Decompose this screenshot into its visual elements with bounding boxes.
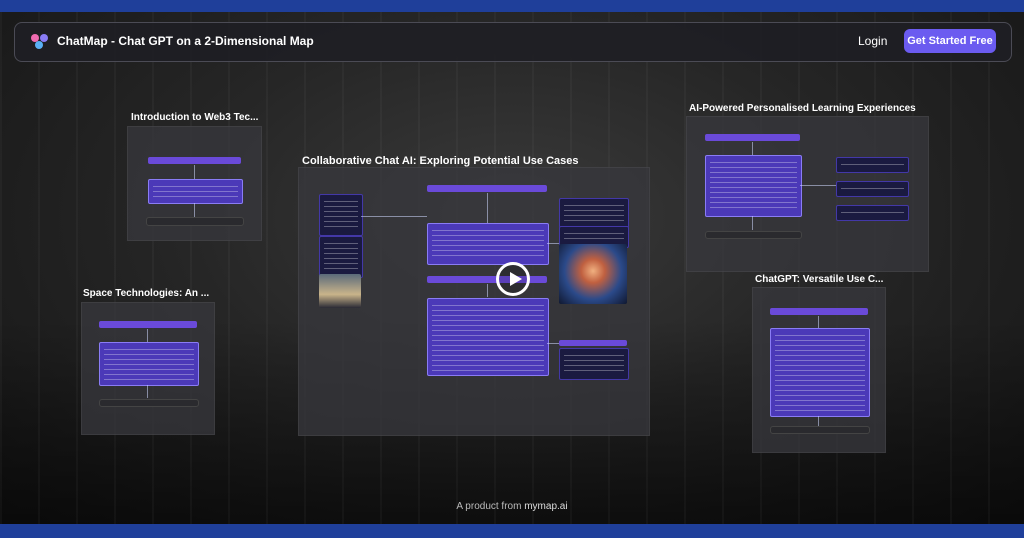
- context-node: [319, 236, 363, 278]
- prompt-node: [427, 185, 547, 192]
- mindmap-card-collab[interactable]: [298, 167, 650, 436]
- ai-portrait-image: [559, 244, 627, 304]
- get-started-button[interactable]: Get Started Free: [904, 29, 996, 53]
- top-navbar: ChatMap - Chat GPT on a 2-Dimensional Ma…: [14, 22, 1012, 62]
- response-node: [148, 179, 243, 204]
- app-title: ChatMap - Chat GPT on a 2-Dimensional Ma…: [57, 34, 314, 48]
- hero-background: ChatMap - Chat GPT on a 2-Dimensional Ma…: [0, 12, 1024, 524]
- response-node: [427, 298, 549, 376]
- footer-brand-link[interactable]: mymap.ai: [524, 501, 567, 512]
- response-node: [770, 328, 870, 417]
- branch-node: [836, 157, 909, 173]
- footer-credit: A product from mymap.ai: [0, 501, 1024, 512]
- prompt-node: [99, 321, 197, 328]
- chatmap-logo-icon: [31, 34, 49, 50]
- card-title-web3: Introduction to Web3 Tec...: [131, 112, 259, 123]
- thumbnail-image: [319, 274, 361, 308]
- chat-input-bar[interactable]: [770, 426, 870, 434]
- response-node: [705, 155, 802, 217]
- prompt-node: [559, 340, 627, 346]
- prompt-node: [705, 134, 800, 141]
- prompt-node: [770, 308, 868, 315]
- play-icon[interactable]: [496, 262, 530, 296]
- card-title-learning: AI-Powered Personalised Learning Experie…: [689, 103, 916, 114]
- footer-prefix: A product from: [456, 501, 525, 512]
- chat-input-bar[interactable]: [705, 231, 802, 239]
- mindmap-card-space[interactable]: [81, 302, 215, 435]
- card-title-collab: Collaborative Chat AI: Exploring Potenti…: [302, 155, 579, 167]
- branch-node: [559, 348, 629, 380]
- prompt-node: [148, 157, 241, 164]
- card-title-space: Space Technologies: An ...: [83, 288, 210, 299]
- chat-input-bar[interactable]: [99, 399, 199, 407]
- branch-node: [836, 181, 909, 197]
- login-link[interactable]: Login: [858, 34, 887, 48]
- branch-node: [559, 198, 629, 228]
- context-node: [319, 194, 363, 236]
- chat-input-bar[interactable]: [146, 217, 244, 226]
- response-node: [99, 342, 199, 386]
- mindmap-card-chatgpt[interactable]: [752, 287, 886, 453]
- response-node: [427, 223, 549, 265]
- mindmap-card-web3[interactable]: [127, 126, 262, 241]
- mindmap-card-learning[interactable]: [686, 116, 929, 272]
- branch-node: [836, 205, 909, 221]
- card-title-chatgpt: ChatGPT: Versatile Use C...: [755, 274, 884, 285]
